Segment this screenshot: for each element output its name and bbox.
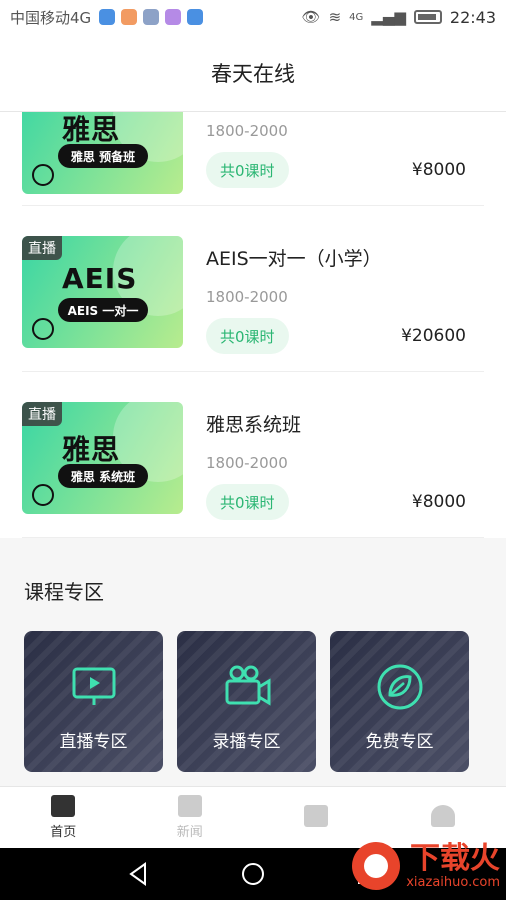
course-thumbnail: 雅思 雅思 系统班 直播 [22,402,183,514]
watermark-title: 下载火 [410,840,500,876]
course-title: 雅思系统班 [206,414,302,436]
lesson-count-badge: 共0课时 [206,152,289,188]
eye-icon: 👁 [301,8,321,26]
tv-play-icon [72,667,115,705]
thumbnail-title: AEIS [62,262,138,295]
clock-icon [32,318,54,340]
network-type: 4G [349,11,364,23]
notification-icons [99,9,204,25]
status-bar: 中国移动4G 👁 ≋ 4G ▂▄▆ 22:43 [0,0,506,34]
tab-label: 新闻 [176,825,203,840]
free-zone-card[interactable]: 免费专区 [330,631,469,772]
clock-icon [32,164,54,186]
video-camera-icon [225,665,270,706]
thumbnail-title: 雅思 [62,113,121,146]
course-price: ¥20600 [401,326,466,346]
back-icon[interactable] [125,861,151,887]
section-title: 课程专区 [24,580,104,604]
tab-home[interactable]: 首页 [0,787,127,848]
live-zone-card[interactable]: 直播专区 [24,631,163,772]
clock: 22:43 [449,7,496,27]
image-notification-icon [143,9,160,25]
clock-icon [32,484,54,506]
course-time: 1800-2000 [206,454,288,472]
course-price: ¥8000 [411,160,466,180]
course-item[interactable]: 雅思 雅思 预备班 1800-2000 共0课时 ¥8000 [22,112,484,206]
course-list[interactable]: 雅思 雅思 预备班 1800-2000 共0课时 ¥8000 AEIS AEIS… [0,112,506,538]
thumbnail-subtitle: 雅思 系统班 [58,464,148,488]
tab-news[interactable]: 新闻 [127,787,254,848]
home-button-icon[interactable] [240,861,266,887]
course-thumbnail: AEIS AEIS 一对一 直播 [22,236,183,348]
page-title: 春天在线 [0,34,506,112]
card-label: 免费专区 [365,732,434,752]
course-item[interactable]: 雅思 雅思 系统班 直播 雅思系统班 1800-2000 共0课时 ¥8000 [22,372,484,538]
course-time: 1800-2000 [206,122,288,140]
battery-icon [413,10,442,24]
bookmark-icon [304,804,329,827]
watermark: 下载火 xiazaihuo.com [300,836,500,896]
lesson-count-badge: 共0课时 [206,484,289,520]
course-price: ¥8000 [411,492,466,512]
shield-notification-icon [187,9,204,25]
thumbnail-subtitle: 雅思 预备班 [58,144,148,168]
course-zone-section: 课程专区 直播专区 录播专区 免费专区 [0,538,506,786]
news-icon [177,795,202,817]
card-label: 录播专区 [212,732,281,752]
app-notification-icon [99,9,116,25]
lesson-count-badge: 共0课时 [206,318,289,354]
course-thumbnail: 雅思 雅思 预备班 [22,112,183,194]
user-icon [430,804,455,827]
home-icon [51,795,76,817]
tab-label: 首页 [50,825,77,840]
carrier-label: 中国移动4G [10,8,92,27]
live-badge: 直播 [22,236,62,260]
card-label: 直播专区 [59,732,128,752]
signal-icon: ▂▄▆ [371,8,406,26]
flame-logo-icon [352,842,401,890]
app-notification-icon [165,9,182,25]
recorded-zone-card[interactable]: 录播专区 [177,631,316,772]
course-title: AEIS一对一（小学） [206,248,382,270]
thumbnail-subtitle: AEIS 一对一 [58,298,148,322]
live-badge: 直播 [22,402,62,426]
course-item[interactable]: AEIS AEIS 一对一 直播 AEIS一对一（小学） 1800-2000 共… [22,206,484,372]
watermark-url: xiazaihuo.com [406,874,500,890]
course-time: 1800-2000 [206,288,288,306]
thumbnail-title: 雅思 [62,433,121,466]
app-notification-icon [121,9,138,25]
leaf-icon [377,664,422,710]
wifi-icon: ≋ [328,8,342,26]
